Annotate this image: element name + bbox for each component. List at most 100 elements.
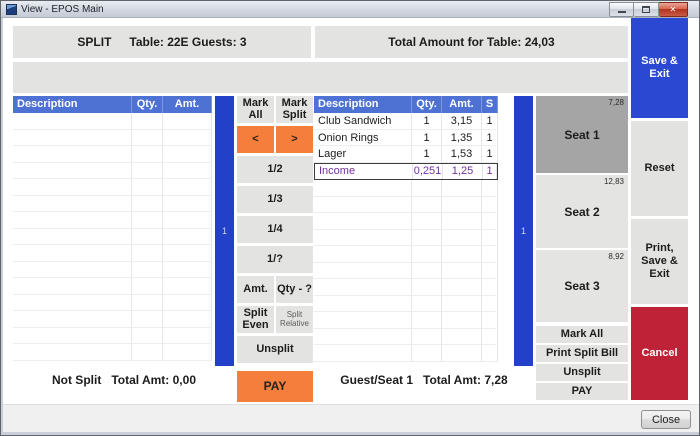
split-label: SPLIT xyxy=(77,35,111,49)
cell-qty: 1 xyxy=(412,113,442,129)
table-row[interactable] xyxy=(314,279,498,296)
not-split-table: DescriptionQty.Amt. xyxy=(13,96,212,361)
titlebar[interactable]: View - EPOS Main ✕ xyxy=(1,1,699,18)
cell-amt: 1,25 xyxy=(443,164,483,180)
seat-action-pay[interactable]: PAY xyxy=(536,383,628,400)
sub-header-band xyxy=(13,62,628,93)
minimize-button[interactable] xyxy=(609,2,634,17)
left-page-bar[interactable]: 1 xyxy=(215,96,234,366)
dialog-footer: Close xyxy=(3,404,699,432)
table-row[interactable]: Club Sandwich13,151 xyxy=(314,113,498,130)
cell-s: 1 xyxy=(482,113,498,129)
table-row[interactable] xyxy=(314,197,498,214)
table-row[interactable] xyxy=(13,179,212,196)
maximize-button[interactable] xyxy=(634,2,659,17)
table-row[interactable] xyxy=(13,245,212,262)
cell-description: Income xyxy=(315,164,413,180)
table-row[interactable]: Onion Rings11,351 xyxy=(314,130,498,147)
seat-button-3[interactable]: 8,92Seat 3 xyxy=(536,250,628,322)
not-split-total: Total Amt: 0,00 xyxy=(111,373,196,387)
table-row[interactable] xyxy=(13,344,212,361)
table-row[interactable] xyxy=(314,246,498,263)
table-row[interactable] xyxy=(314,329,498,346)
seats: 7,28Seat 112,83Seat 28,92Seat 3 xyxy=(536,96,628,322)
split-controls: Mark All Mark Split < > 1/2 1/3 1/4 1/? … xyxy=(237,96,313,402)
client-area: SPLIT Table: 22E Guests: 3 Total Amount … xyxy=(3,18,699,404)
cell-s: 1 xyxy=(482,130,498,146)
mark-split-button[interactable]: Mark Split xyxy=(276,96,313,123)
cell-amt: 3,15 xyxy=(442,113,482,129)
table-row[interactable]: Lager11,531 xyxy=(314,146,498,163)
split-qty-button[interactable]: Qty - ? xyxy=(276,276,313,303)
seat-action-print-split-bill[interactable]: Print Split Bill xyxy=(536,345,628,362)
column-header: S xyxy=(482,96,498,113)
table-row[interactable] xyxy=(13,328,212,345)
close-icon: ✕ xyxy=(670,5,677,14)
not-split-label: Not Split xyxy=(52,373,101,387)
dialog-close-button[interactable]: Close xyxy=(641,410,691,429)
cell-description: Club Sandwich xyxy=(314,113,412,129)
cell-description: Lager xyxy=(314,146,412,162)
seat-footer-label: Guest/Seat 1 xyxy=(340,373,413,387)
mark-all-button[interactable]: Mark All xyxy=(237,96,274,123)
maximize-icon xyxy=(642,6,650,13)
unsplit-button[interactable]: Unsplit xyxy=(237,336,313,363)
table-row[interactable] xyxy=(314,263,498,280)
seat-button-1[interactable]: 7,28Seat 1 xyxy=(536,96,628,173)
close-window-button[interactable]: ✕ xyxy=(659,2,688,17)
left-page-indicator: 1 xyxy=(222,226,227,236)
caption-buttons: ✕ xyxy=(609,2,688,17)
table-row[interactable] xyxy=(13,311,212,328)
split-half-button[interactable]: 1/2 xyxy=(237,156,313,183)
total-amount-header: Total Amount for Table: 24,03 xyxy=(315,26,628,58)
split-header: SPLIT Table: 22E Guests: 3 xyxy=(13,26,311,58)
seat-footer: Guest/Seat 1 Total Amt: 7,28 xyxy=(314,370,534,390)
table-row[interactable] xyxy=(13,130,212,147)
table-guests-label: Table: 22E Guests: 3 xyxy=(129,35,246,49)
table-row[interactable] xyxy=(314,312,498,329)
move-right-button[interactable]: > xyxy=(276,126,313,153)
cell-amt: 1,35 xyxy=(442,130,482,146)
seat-table-header: DescriptionQty.Amt.S xyxy=(314,96,498,113)
reset-button[interactable]: Reset xyxy=(631,121,688,216)
seat-actions: Mark All Print Split Bill Unsplit PAY xyxy=(536,326,628,400)
cell-qty: 0,251 xyxy=(413,164,443,180)
column-header: Amt. xyxy=(163,96,212,113)
table-row[interactable] xyxy=(13,146,212,163)
seat-button-2[interactable]: 12,83Seat 2 xyxy=(536,175,628,248)
split-amount-button[interactable]: Amt. xyxy=(237,276,274,303)
cell-s: 1 xyxy=(482,146,498,162)
seat-table-body: Club Sandwich13,151Onion Rings11,351Lage… xyxy=(314,113,498,362)
table-row[interactable] xyxy=(314,345,498,362)
split-fraction-button[interactable]: 1/? xyxy=(237,246,313,273)
table-row[interactable] xyxy=(13,113,212,130)
table-row[interactable] xyxy=(13,262,212,279)
split-third-button[interactable]: 1/3 xyxy=(237,186,313,213)
table-row[interactable] xyxy=(13,278,212,295)
pay-button[interactable]: PAY xyxy=(237,371,313,402)
table-row[interactable] xyxy=(13,196,212,213)
table-row[interactable] xyxy=(314,296,498,313)
seat-action-mark-all[interactable]: Mark All xyxy=(536,326,628,343)
split-quarter-button[interactable]: 1/4 xyxy=(237,216,313,243)
move-left-button[interactable]: < xyxy=(237,126,274,153)
column-header: Qty. xyxy=(412,96,442,113)
table-row[interactable] xyxy=(13,229,212,246)
not-split-footer: Not Split Total Amt: 0,00 xyxy=(13,370,235,390)
print-save-exit-button[interactable]: Print, Save & Exit xyxy=(631,219,688,304)
split-relative-button[interactable]: Split Relative xyxy=(276,306,313,333)
seat-action-unsplit[interactable]: Unsplit xyxy=(536,364,628,381)
save-exit-button[interactable]: Save & Exit xyxy=(631,18,688,118)
app-icon xyxy=(6,4,17,15)
table-row[interactable] xyxy=(13,295,212,312)
cancel-button[interactable]: Cancel xyxy=(631,307,688,400)
table-row[interactable] xyxy=(13,212,212,229)
right-page-bar[interactable]: 1 xyxy=(514,96,533,366)
split-even-button[interactable]: Split Even xyxy=(237,306,274,333)
seat-footer-total: Total Amt: 7,28 xyxy=(423,373,508,387)
table-row[interactable]: Income0,2511,251 xyxy=(314,163,498,181)
table-row[interactable] xyxy=(314,230,498,247)
table-row[interactable] xyxy=(314,213,498,230)
table-row[interactable] xyxy=(314,180,498,197)
table-row[interactable] xyxy=(13,163,212,180)
